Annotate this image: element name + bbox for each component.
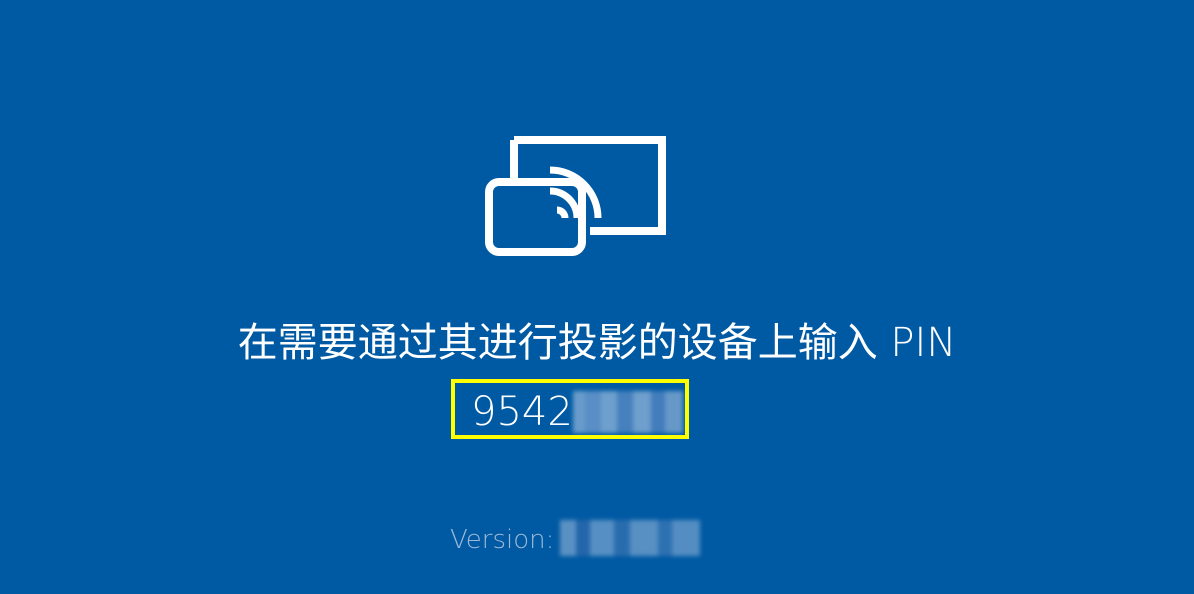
cast-to-device-icon — [485, 136, 666, 256]
pin-redaction — [573, 391, 683, 433]
pin-highlight-box: 9542 — [451, 379, 689, 439]
pin-prompt: 在需要通过其进行投影的设备上输入 PIN — [237, 320, 957, 366]
version-label: Version: — [450, 525, 555, 555]
version-row: Version: — [450, 520, 554, 560]
version-redaction — [560, 520, 700, 556]
pin-code: 9542 — [471, 389, 573, 435]
